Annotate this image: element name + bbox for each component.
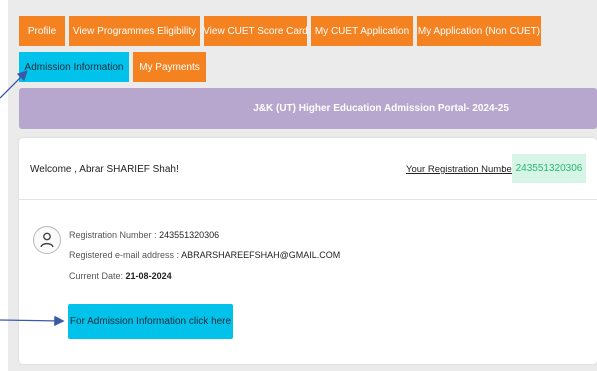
tab-profile[interactable]: Profile xyxy=(19,16,65,46)
registration-number-label-2: Registration Number : xyxy=(69,230,157,240)
portal-title: J&K (UT) Higher Education Admission Port… xyxy=(253,103,509,114)
current-date-label: Current Date: xyxy=(69,271,124,281)
tab-my-application-non-cuet[interactable]: My Application (Non CUET) xyxy=(417,16,541,46)
portal-banner: J&K (UT) Higher Education Admission Port… xyxy=(19,88,597,129)
tab-my-cuet-application[interactable]: My CUET Application xyxy=(311,16,413,46)
card-header: Welcome , Abrar SHARIEF Shah! Your Regis… xyxy=(19,138,597,200)
tab-view-programmes-eligibility[interactable]: View Programmes Eligibility xyxy=(69,16,200,46)
user-icon xyxy=(33,226,61,254)
current-date-value: 21-08-2024 xyxy=(125,271,172,281)
registration-number-badge: 243551320306 xyxy=(512,154,586,183)
welcome-card: Welcome , Abrar SHARIEF Shah! Your Regis… xyxy=(19,138,597,364)
email-value: ABRARSHAREEFSHAH@GMAIL.COM xyxy=(181,250,341,260)
admission-information-button[interactable]: For Admission Information click here xyxy=(68,304,233,339)
email-line: Registered e-mail address : ABRARSHAREEF… xyxy=(69,250,340,260)
welcome-text: Welcome , Abrar SHARIEF Shah! xyxy=(30,164,179,175)
tab-my-payments[interactable]: My Payments xyxy=(133,52,206,82)
email-label: Registered e-mail address : xyxy=(69,250,180,260)
tab-view-cuet-score-card[interactable]: View CUET Score Card xyxy=(203,16,308,46)
current-date-line: Current Date: 21-08-2024 xyxy=(69,271,172,281)
registration-number-label: Your Registration Number is xyxy=(406,164,525,175)
registration-number-line: Registration Number : 243551320306 xyxy=(69,230,219,240)
tab-admission-information[interactable]: Admission Information xyxy=(19,52,129,82)
registration-colon: : xyxy=(502,164,505,175)
registration-number-value: 243551320306 xyxy=(159,230,220,240)
